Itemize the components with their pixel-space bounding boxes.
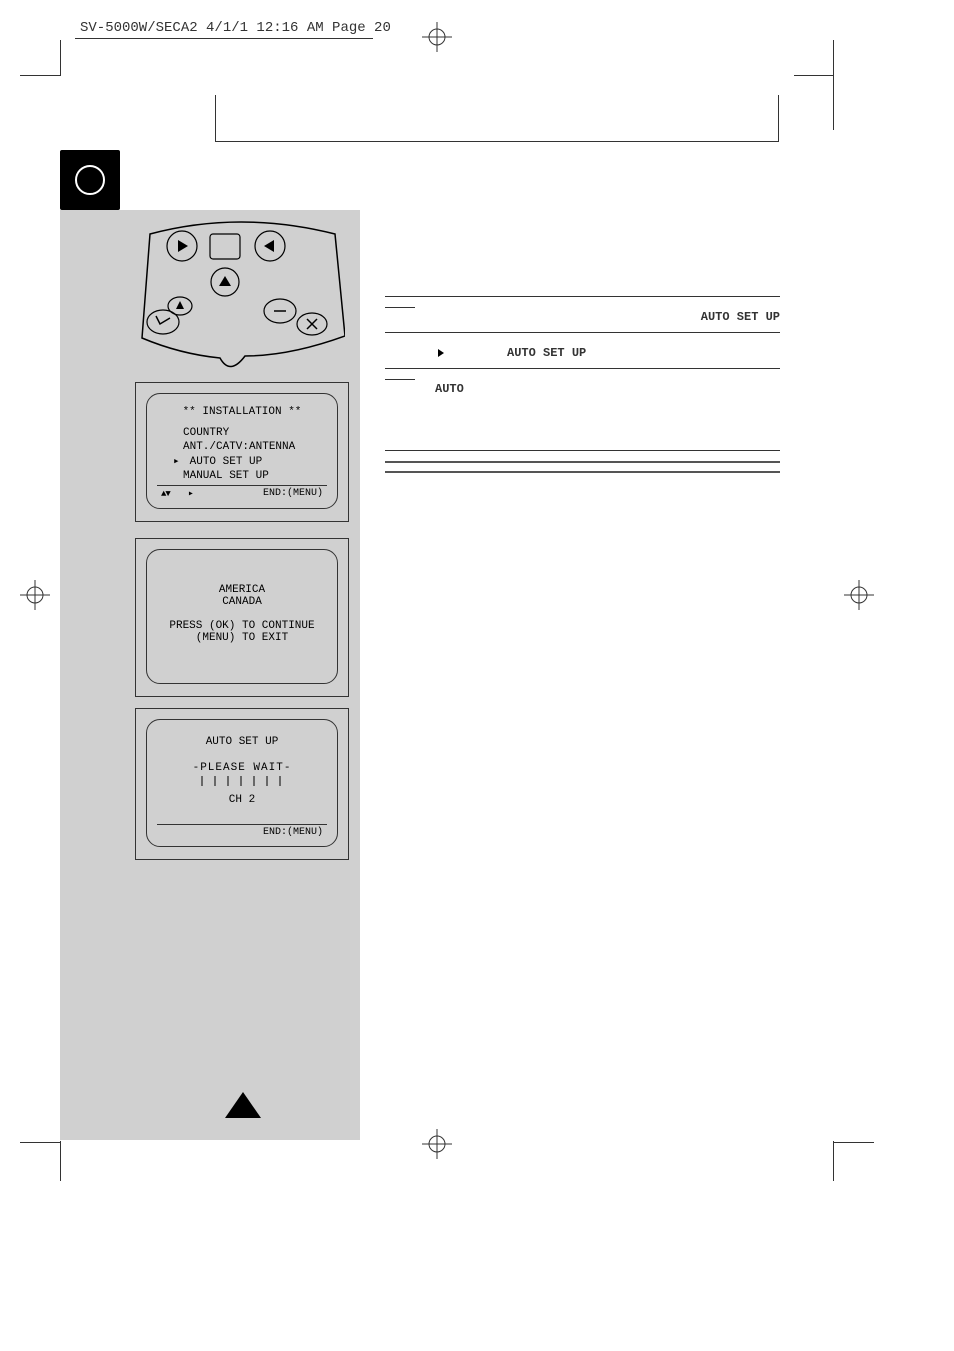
country-option: AMERICA [147,584,337,596]
progress-ticks-icon [197,774,287,788]
screen-illustration-3: AUTO SET UP -PLEASE WAIT- CH 2 END:(MENU… [135,708,349,860]
right-column: AUTO SET UP AUTO SET UP AUTO [385,210,780,475]
separator [385,332,780,333]
registration-mark [422,22,452,52]
crop-mark [60,1141,61,1181]
label-auto-set-up: AUTO SET UP [507,346,586,360]
right-triangle-icon [438,349,444,357]
separator-thick [385,461,780,463]
wait-text: -PLEASE WAIT- [147,762,337,774]
crop-mark [794,75,834,76]
badge-circle-icon [75,165,105,195]
menu-item: ▸AUTO SET UP [183,455,337,469]
screen-illustration-1: ** INSTALLATION ** COUNTRY ANT./CATV:ANT… [135,382,349,522]
menu-item: MANUAL SET UP [183,469,337,483]
instruction-text: PRESS (OK) TO CONTINUE [147,620,337,632]
print-header: SV-5000W/SECA2 4/1/1 12:16 AM Page 20 [80,20,391,36]
crop-mark [833,40,834,130]
gray-sidebar: ** INSTALLATION ** COUNTRY ANT./CATV:ANT… [60,210,360,1140]
label-auto-set-up: AUTO SET UP [701,310,780,324]
section-badge [60,150,120,210]
screen-illustration-2: AMERICA CANADA PRESS (OK) TO CONTINUE (M… [135,538,349,697]
separator [385,450,780,451]
separator-thick [385,471,780,473]
instruction-text: (MENU) TO EXIT [147,632,337,644]
screen-title: AUTO SET UP [147,736,337,748]
header-underline [75,38,373,39]
registration-mark [20,580,50,610]
crop-mark [20,75,60,76]
end-hint: END:(MENU) [263,827,323,838]
crop-mark [60,40,61,76]
end-hint: END:(MENU) [263,488,323,500]
registration-mark [422,1129,452,1159]
separator [385,368,780,369]
country-option: CANADA [147,596,337,608]
crop-mark [833,1141,834,1181]
remote-illustration [140,216,345,374]
separator [385,296,780,297]
screen-title: ** INSTALLATION ** [147,406,337,418]
nav-hint: ▲▼ ▸ [161,488,194,500]
menu-item: COUNTRY [183,426,337,440]
menu-item: ANT./CATV:ANTENNA [183,440,337,454]
title-box [215,95,779,142]
label-auto: AUTO [435,382,464,396]
channel-text: CH 2 [147,794,337,806]
crop-mark [20,1142,60,1143]
registration-mark [844,580,874,610]
crop-mark [834,1142,874,1143]
up-triangle-icon [225,1092,261,1118]
